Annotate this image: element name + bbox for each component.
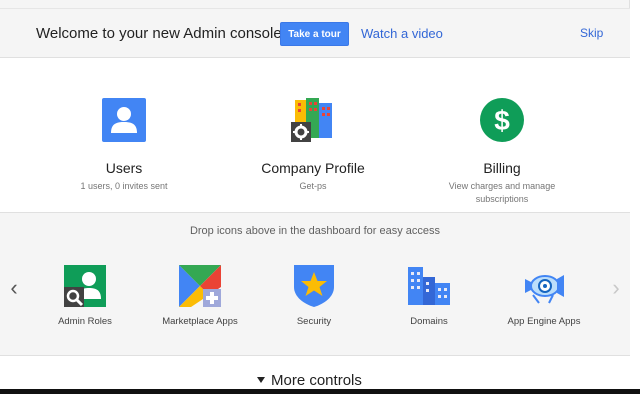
tray-prev-arrow[interactable]: ‹ [6,275,22,301]
app-security-label: Security [296,316,332,327]
app-domains[interactable]: Domains [379,265,479,335]
more-controls-label: More controls [271,372,362,389]
skip-link[interactable]: Skip [580,26,603,40]
page-edge [630,0,640,390]
dashboard-cards: Users 1 users, 0 invites sent Company Pr… [0,58,630,213]
svg-text:$: $ [494,105,510,136]
take-a-tour-button[interactable]: Take a tour [280,22,349,46]
dollar-icon: $ [480,98,524,142]
more-controls-button[interactable]: More controls [257,372,362,389]
card-company-subtitle: Get-ps [299,181,327,191]
watch-video-link[interactable]: Watch a video [361,26,443,41]
card-billing-subtitle: View charges and manage subscriptions [448,181,556,204]
card-company-profile[interactable]: Company Profile Get-ps [213,58,413,213]
admin-roles-icon [64,265,106,307]
marketplace-icon [179,265,221,307]
welcome-title: Welcome to your new Admin console [36,25,282,42]
app-app-engine[interactable]: App Engine Apps [494,265,594,335]
app-domains-label: Domains [410,316,448,327]
caret-down-icon [257,376,265,383]
card-users-title: Users [105,160,143,176]
domains-building-icon [408,267,450,305]
tray-next-arrow[interactable]: › [608,275,624,301]
bottom-edge [0,389,640,394]
app-tray: Drop icons above in the dashboard for ea… [0,213,630,356]
card-users[interactable]: Users 1 users, 0 invites sent [24,58,224,213]
user-icon [102,98,146,142]
welcome-banner: Welcome to your new Admin console Take a… [0,8,630,58]
card-users-subtitle: 1 users, 0 invites sent [80,181,168,191]
app-engine-icon [525,275,564,304]
card-billing-title: Billing [483,160,521,176]
app-security[interactable]: Security [264,265,364,335]
tray-hint: Drop icons above in the dashboard for ea… [189,225,441,237]
app-app-engine-label: App Engine Apps [507,316,581,327]
app-admin-roles-label: Admin Roles [58,316,112,327]
security-shield-icon [294,265,334,307]
app-admin-roles[interactable]: Admin Roles [35,265,135,335]
card-company-title: Company Profile [261,160,365,176]
app-marketplace[interactable]: Marketplace Apps [150,265,250,335]
app-marketplace-label: Marketplace Apps [162,316,238,327]
more-controls-bar: More controls [0,356,630,389]
card-billing[interactable]: $ Billing View charges and manage subscr… [402,58,602,213]
company-building-icon [291,98,332,142]
